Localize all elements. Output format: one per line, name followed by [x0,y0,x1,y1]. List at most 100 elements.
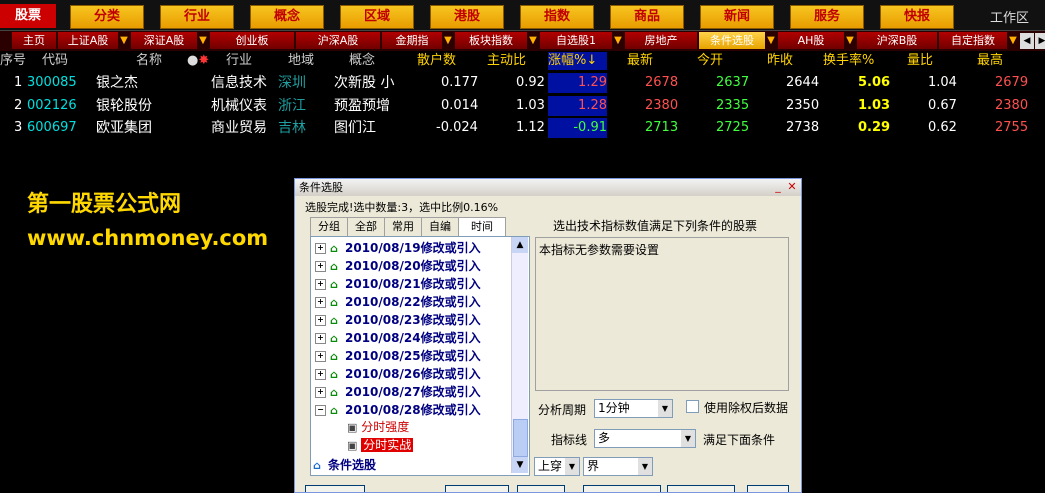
expand-icon[interactable]: + [315,243,326,254]
dropdown-arrow-icon[interactable]: ▼ [197,33,209,49]
chevron-down-icon[interactable]: ▼ [565,458,579,475]
subtab-watchlist[interactable]: 自选股1 [540,32,612,49]
minimize-icon[interactable]: _ [771,180,785,193]
condition-value-select[interactable]: 界 ▼ [583,457,653,476]
tab-common[interactable]: 常用 [384,217,422,237]
chevron-down-icon[interactable]: ▼ [681,430,695,447]
dropdown-arrow-icon[interactable]: ▼ [612,33,624,49]
collapse-icon[interactable]: − [315,405,326,416]
tree-node[interactable]: + ⌂ 2010/08/21修改或引入 [311,275,481,293]
indicator-line-select[interactable]: 多 ▼ [594,429,696,448]
col-turnover[interactable]: 换手率% [823,52,874,70]
subtab-realestate[interactable]: 房地产 [625,32,697,49]
nav-hk-button[interactable]: 港股 [430,5,504,29]
tree-leaf-selected[interactable]: ▣ 分时实战 [347,437,414,454]
dialog-button[interactable] [445,485,509,492]
col-volume-ratio[interactable]: 量比 [907,52,933,70]
tab-time[interactable]: 时间 [458,217,506,237]
nav-index-button[interactable]: 指数 [520,5,594,29]
col-industry[interactable]: 行业 [226,52,252,70]
nav-flash-button[interactable]: 快报 [880,5,954,29]
close-icon[interactable]: ✕ [785,180,799,193]
nav-category-button[interactable]: 分类 [70,5,144,29]
tab-all[interactable]: 全部 [347,217,385,237]
tree-leaf[interactable]: ▣ 分时强度 [347,419,409,436]
tree-node[interactable]: + ⌂ 2010/08/19修改或引入 [311,239,481,257]
col-high[interactable]: 最高 [977,52,1003,70]
expand-icon[interactable]: + [315,261,326,272]
subtab-condition-select[interactable]: 条件选股 [699,32,765,49]
tab-custom[interactable]: 自编 [421,217,459,237]
col-code[interactable]: 代码 [42,52,68,70]
nav-commodity-button[interactable]: 商品 [610,5,684,29]
nav-service-button[interactable]: 服务 [790,5,864,29]
dialog-button[interactable] [747,485,789,492]
tree-scrollbar[interactable]: ▲ ▼ [511,237,528,473]
dialog-button[interactable] [517,485,565,492]
nav-industry-button[interactable]: 行业 [160,5,234,29]
col-index[interactable]: 序号 [0,52,26,70]
nav-news-button[interactable]: 新闻 [700,5,774,29]
subtab-sector-index[interactable]: 板块指数 [455,32,527,49]
expand-icon[interactable]: + [315,279,326,290]
dropdown-arrow-icon[interactable]: ▼ [1007,33,1019,49]
dropdown-arrow-icon[interactable]: ▼ [527,33,539,49]
tab-group[interactable]: 分组 [310,217,348,237]
dropdown-arrow-icon[interactable]: ▼ [844,33,856,49]
tree-node[interactable]: − ⌂ 2010/08/28修改或引入 [311,401,481,419]
chevron-down-icon[interactable]: ▼ [658,400,672,417]
expand-icon[interactable]: + [315,351,326,362]
tree-node[interactable]: + ⌂ 2010/08/20修改或引入 [311,257,481,275]
tree-node[interactable]: + ⌂ 2010/08/24修改或引入 [311,329,481,347]
chevron-down-icon[interactable]: ▼ [638,458,652,475]
tree-root[interactable]: ⌂ 条件选股 [311,456,376,474]
col-active[interactable]: 主动比 [487,52,526,70]
dropdown-arrow-icon[interactable]: ▼ [765,33,777,49]
subtab-ah[interactable]: AH股 [778,32,844,49]
scroll-up-icon[interactable]: ▲ [512,237,528,253]
subtab-sh-a[interactable]: 上证A股 [58,32,118,49]
dropdown-arrow-icon[interactable]: ▼ [442,33,454,49]
subtab-hs-a[interactable]: 沪深A股 [296,32,380,49]
expand-icon[interactable]: + [315,297,326,308]
subtab-custom-index[interactable]: 自定指数 [939,32,1007,49]
expand-icon[interactable]: + [315,387,326,398]
subtab-home[interactable]: 主页 [12,32,56,49]
col-prev-close[interactable]: 昨收 [767,52,793,70]
tree-node[interactable]: + ⌂ 2010/08/25修改或引入 [311,347,481,365]
nav-concept-button[interactable]: 概念 [250,5,324,29]
dropdown-arrow-icon[interactable]: ▼ [118,33,130,49]
subtab-gem[interactable]: 创业板 [210,32,294,49]
tree-node[interactable]: + ⌂ 2010/08/27修改或引入 [311,383,481,401]
scroll-left-icon[interactable]: ◀ [1020,33,1034,49]
dialog-titlebar[interactable]: 条件选股 _ ✕ [295,179,801,196]
subtab-sz-a[interactable]: 深证A股 [131,32,197,49]
dialog-button[interactable] [305,485,365,492]
tree-node[interactable]: + ⌂ 2010/08/23修改或引入 [311,311,481,329]
subtab-hs-b[interactable]: 沪深B股 [857,32,937,49]
col-dot[interactable]: ●✸ [187,52,209,70]
operator-select[interactable]: 上穿 ▼ [534,457,580,476]
tree-node[interactable]: + ⌂ 2010/08/22修改或引入 [311,293,481,311]
expand-icon[interactable]: + [315,333,326,344]
col-change-pct[interactable]: 涨幅%↓ [548,52,607,70]
tree-node[interactable]: + ⌂ 2010/08/26修改或引入 [311,365,481,383]
col-region[interactable]: 地域 [288,52,314,70]
subtab-futures-index[interactable]: 金期指 [382,32,442,49]
adjusted-data-checkbox[interactable] [686,400,699,413]
workarea-label[interactable]: 工作区 [990,7,1029,26]
nav-region-button[interactable]: 区域 [340,5,414,29]
dialog-button[interactable] [667,485,735,492]
period-select[interactable]: 1分钟 ▼ [594,399,673,418]
expand-icon[interactable]: + [315,369,326,380]
col-name[interactable]: 名称 [136,52,162,70]
dialog-button[interactable] [583,485,661,492]
col-concept[interactable]: 概念 [349,52,375,70]
tab-stocks[interactable]: 股票 [0,4,56,28]
scroll-down-icon[interactable]: ▼ [512,457,528,473]
col-retail[interactable]: 散户数 [417,52,456,70]
scroll-right-icon[interactable]: ▶ [1035,33,1045,49]
expand-icon[interactable]: + [315,315,326,326]
scroll-thumb[interactable] [513,419,528,457]
col-latest[interactable]: 最新 [627,52,653,70]
